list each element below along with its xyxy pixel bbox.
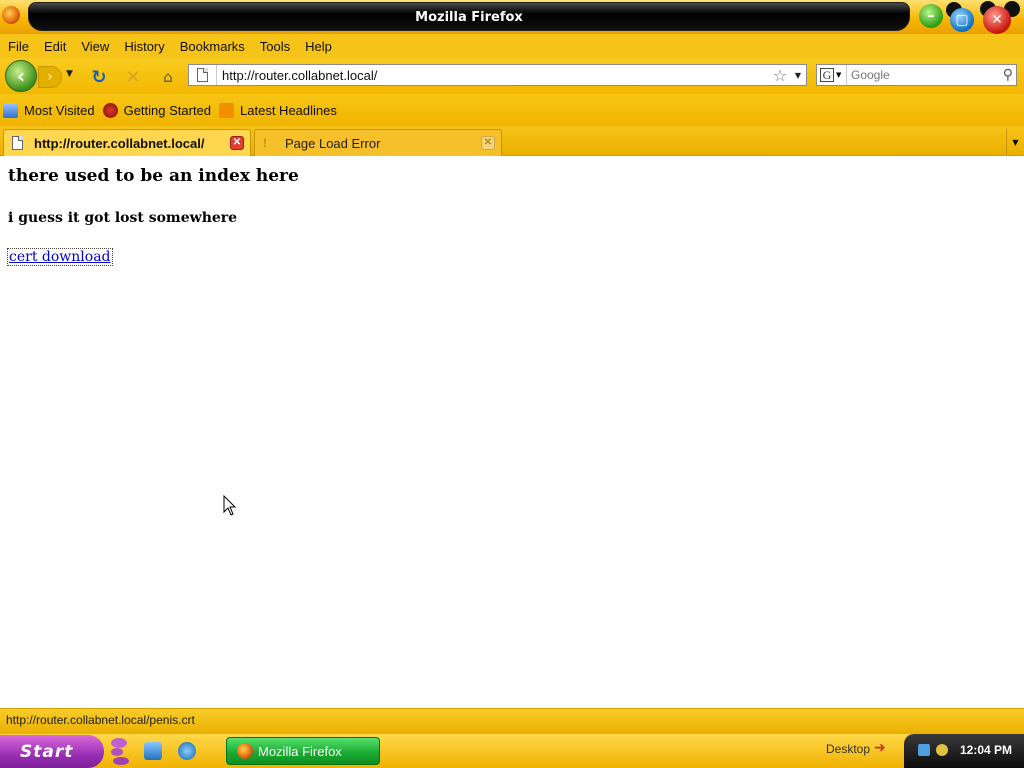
title-bar: Mozilla Firefox – ▢ ✕ [0, 0, 1024, 34]
page-heading: there used to be an index here [8, 166, 299, 186]
google-icon: G [820, 68, 834, 82]
menu-tools[interactable]: Tools [260, 39, 290, 54]
tab-bar: http://router.collabnet.local/ ✕ ! Page … [0, 126, 1024, 156]
system-tray: 12:04 PM [904, 734, 1024, 768]
history-dropdown-icon[interactable]: ▼ [66, 69, 73, 79]
close-tab-icon[interactable]: ✕ [230, 136, 244, 150]
reload-icon[interactable]: ↻ [89, 67, 109, 88]
forward-button[interactable]: › [38, 66, 62, 88]
url-text[interactable]: http://router.collabnet.local/ [222, 68, 770, 83]
cert-download-link[interactable]: cert download [7, 248, 113, 266]
url-dropdown-icon[interactable]: ▼ [790, 71, 806, 80]
rss-feed-icon [219, 102, 235, 118]
maximize-button[interactable]: ▢ [950, 8, 974, 32]
status-text: http://router.collabnet.local/penis.crt [6, 713, 195, 727]
desktop-arrow-icon[interactable]: ➜ [874, 740, 886, 756]
minimize-button[interactable]: – [919, 4, 943, 28]
page-icon [12, 135, 26, 151]
warning-icon: ! [263, 136, 267, 150]
window-title: Mozilla Firefox [415, 10, 523, 25]
desktop-toolbar-label[interactable]: Desktop [826, 742, 870, 756]
start-ribbon-icon [111, 738, 129, 765]
url-bar[interactable]: http://router.collabnet.local/ ☆ ▼ [188, 64, 807, 86]
tab-label: Page Load Error [285, 135, 381, 151]
status-bar: http://router.collabnet.local/penis.crt [0, 708, 1024, 734]
back-button[interactable]: ‹ [5, 60, 37, 92]
menu-view[interactable]: View [81, 39, 109, 54]
tab-router[interactable]: http://router.collabnet.local/ ✕ [3, 129, 251, 156]
getting-started-icon [102, 102, 118, 118]
mouse-cursor-icon [223, 495, 237, 516]
menu-edit[interactable]: Edit [44, 39, 66, 54]
firefox-icon [237, 743, 253, 759]
close-tab-icon[interactable]: ✕ [481, 136, 495, 150]
bookmark-latest-headlines[interactable]: Latest Headlines [219, 102, 337, 118]
tab-label: http://router.collabnet.local/ [34, 135, 205, 151]
bookmarks-toolbar: Most Visited Getting Started Latest Head… [0, 94, 1024, 126]
menu-bar: File Edit View History Bookmarks Tools H… [0, 34, 1024, 58]
menu-bookmarks[interactable]: Bookmarks [180, 39, 245, 54]
bookmark-label: Getting Started [123, 102, 212, 118]
stop-icon[interactable]: ✕ [123, 67, 143, 88]
clock[interactable]: 12:04 PM [960, 743, 1012, 757]
quicklaunch-ie-icon[interactable] [178, 742, 196, 760]
navigation-toolbar: ‹ › ▼ ↻ ✕ ⌂ http://router.collabnet.loca… [0, 58, 1024, 94]
bookmark-label: Most Visited [24, 102, 95, 118]
menu-history[interactable]: History [124, 39, 164, 54]
start-button[interactable]: Start [0, 735, 104, 768]
search-icon[interactable]: ⚲ [1003, 67, 1013, 83]
most-visited-icon [3, 102, 18, 118]
firefox-icon[interactable] [2, 6, 20, 24]
menu-help[interactable]: Help [305, 39, 332, 54]
tab-page-load-error[interactable]: ! Page Load Error ✕ [254, 129, 502, 156]
taskbar-firefox-button[interactable]: Mozilla Firefox [226, 737, 380, 765]
page-icon [189, 65, 217, 85]
search-input[interactable] [851, 68, 991, 82]
search-engine-selector[interactable]: G ▼ [817, 65, 847, 85]
engine-dropdown-icon: ▼ [836, 71, 842, 79]
network-icon[interactable] [918, 744, 930, 756]
tab-list-dropdown-icon[interactable]: ▼ [1006, 129, 1024, 155]
start-label: Start [20, 741, 74, 762]
menu-file[interactable]: File [8, 39, 29, 54]
tray-wand-icon[interactable] [936, 744, 948, 756]
page-subheading: i guess it got lost somewhere [8, 210, 238, 226]
taskbar: Start Mozilla Firefox Desktop ➜ 12:04 PM [0, 734, 1024, 768]
close-button[interactable]: ✕ [983, 6, 1011, 34]
task-label: Mozilla Firefox [258, 743, 342, 759]
quicklaunch-desktop-icon[interactable] [144, 742, 162, 760]
home-icon[interactable]: ⌂ [158, 67, 178, 87]
bookmark-star-icon[interactable]: ☆ [770, 66, 790, 85]
bookmark-most-visited[interactable]: Most Visited [3, 102, 95, 118]
bookmark-getting-started[interactable]: Getting Started [102, 102, 212, 118]
title-bar-pill: Mozilla Firefox [28, 2, 910, 31]
search-bar[interactable]: G ▼ ⚲ [816, 64, 1017, 86]
page-content: there used to be an index here i guess i… [0, 156, 1024, 708]
bookmark-label: Latest Headlines [240, 102, 337, 118]
